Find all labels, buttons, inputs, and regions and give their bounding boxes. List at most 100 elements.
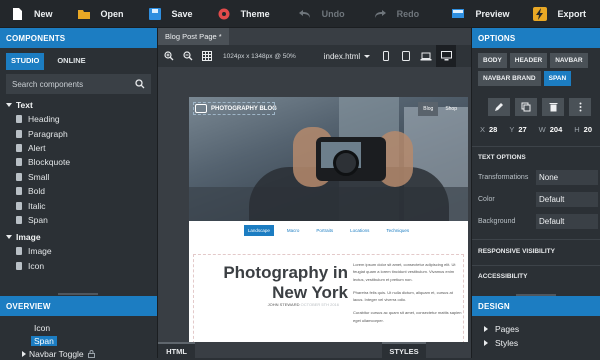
component-bold[interactable]: Bold [0, 184, 157, 198]
caret-down-icon [6, 235, 12, 240]
resize-handle[interactable] [58, 293, 98, 295]
subnav-macro[interactable]: Macro [283, 225, 304, 236]
component-image[interactable]: Image [0, 244, 157, 258]
overview-section: OVERVIEW Icon Span Navbar Toggle [0, 296, 157, 360]
new-button[interactable]: New [0, 0, 59, 28]
crumb-navbar[interactable]: NAVBAR [550, 53, 588, 68]
component-paragraph[interactable]: Paragraph [0, 126, 157, 140]
gear-icon [218, 8, 230, 19]
top-toolbar: New Open Save Theme Undo Redo Preview Ex… [0, 0, 600, 28]
responsive-visibility-label[interactable]: RESPONSIVE VISIBILITY [472, 248, 600, 255]
article-meta: JOHN STEWARD OCTOBER 5TH 2016 [229, 302, 339, 307]
component-label: Italic [28, 200, 46, 211]
crumb-navbar-brand[interactable]: NAVBAR BRAND [478, 71, 541, 86]
folder-icon [77, 9, 90, 19]
component-small[interactable]: Small [0, 170, 157, 184]
overview-item-icon[interactable]: Icon [0, 321, 157, 334]
nav-blog[interactable]: Blog [418, 102, 439, 116]
delete-button[interactable] [542, 98, 564, 116]
accessibility-label[interactable]: ACCESSIBILITY [472, 273, 600, 280]
tablet-view-button[interactable] [396, 45, 416, 67]
html-tab[interactable]: HTML [158, 342, 195, 358]
overview-label-selected: Span [31, 335, 57, 346]
document-icon [16, 247, 22, 256]
components-tabs: STUDIO ONLINE [0, 48, 157, 70]
desktop-view-button[interactable] [436, 45, 457, 67]
tab-online[interactable]: ONLINE [52, 53, 90, 70]
component-alert[interactable]: Alert [0, 141, 157, 155]
chevron-down-icon [364, 54, 371, 58]
file-select[interactable]: index.html [324, 52, 371, 61]
text-options-label: TEXT OPTIONS [478, 154, 526, 161]
pencil-icon [495, 103, 503, 111]
component-label: Small [28, 171, 50, 182]
design-item-pages[interactable]: Pages [472, 322, 600, 336]
article-title: Photography in New York [213, 263, 348, 303]
document-icon [16, 129, 22, 138]
subnav-portraits[interactable]: Portraits [312, 225, 337, 236]
tab-blog-post-page[interactable]: Blog Post Page * [158, 28, 229, 45]
category-image[interactable]: Image [0, 230, 157, 244]
undo-button[interactable]: Undo [292, 0, 351, 28]
background-select[interactable]: Default [536, 213, 598, 229]
component-italic[interactable]: Italic [0, 198, 157, 212]
document-icon [16, 187, 22, 196]
redo-button[interactable]: Redo [367, 0, 426, 28]
theme-button-label: Theme [240, 8, 270, 19]
document-icon [16, 172, 22, 181]
search-icon[interactable] [135, 79, 145, 89]
subnav-landscape[interactable]: Landscape [243, 225, 274, 236]
caret-right-icon [22, 350, 26, 357]
crumb-body[interactable]: BODY [478, 53, 507, 68]
export-button[interactable]: Export [527, 0, 600, 28]
component-icon[interactable]: Icon [0, 259, 157, 273]
laptop-view-button[interactable] [416, 45, 436, 67]
design-item-styles[interactable]: Styles [472, 336, 600, 350]
article-author: JOHN STEWARD [267, 302, 300, 307]
more-button[interactable] [569, 98, 591, 116]
transformations-row: Transformations None [472, 167, 600, 187]
component-heading[interactable]: Heading [0, 112, 157, 126]
save-button-label: Save [171, 8, 193, 19]
article-date: OCTOBER 5TH 2016 [300, 302, 339, 307]
category-text[interactable]: Text [0, 98, 157, 112]
tab-studio[interactable]: STUDIO [6, 53, 45, 70]
save-button[interactable]: Save [142, 0, 199, 28]
edit-button[interactable] [488, 98, 510, 116]
article-paragraph: Pharetra felis quis. Ut nulla dictum, al… [353, 289, 453, 303]
subnav-locations[interactable]: Locations [346, 225, 373, 236]
component-span[interactable]: Span [0, 213, 157, 227]
color-select[interactable]: Default [536, 191, 598, 207]
grid-icon[interactable] [202, 51, 212, 61]
left-panel: COMPONENTS STUDIO ONLINE Text Heading Pa… [0, 28, 158, 360]
crumb-span[interactable]: SPAN [543, 71, 572, 86]
desktop-icon [440, 51, 452, 61]
document-icon [16, 215, 22, 224]
preview-nav: Blog Shop [418, 102, 462, 116]
open-button[interactable]: Open [71, 0, 130, 28]
x-readout[interactable]: X 28 [480, 125, 497, 134]
page-preview[interactable]: PHOTOGRAPHY BLOG Blog Shop Landscape Mac… [189, 97, 468, 342]
zoom-out-icon[interactable] [183, 51, 193, 61]
search-input[interactable] [12, 79, 122, 89]
y-readout[interactable]: Y 27 [509, 125, 526, 134]
crumb-header[interactable]: HEADER [509, 53, 548, 68]
device-switcher [376, 45, 457, 67]
nav-shop[interactable]: Shop [440, 102, 462, 116]
overview-item-navbar-toggle[interactable]: Navbar Toggle [0, 347, 157, 360]
w-readout[interactable]: W 204 [539, 125, 563, 134]
w-value: 204 [549, 125, 563, 134]
transformations-select[interactable]: None [536, 169, 598, 185]
styles-tab[interactable]: STYLES [382, 342, 426, 358]
overview-item-span[interactable]: Span [0, 334, 157, 347]
duplicate-button[interactable] [515, 98, 537, 116]
subnav-techniques[interactable]: Techniques [382, 225, 413, 236]
theme-button[interactable]: Theme [211, 0, 276, 28]
component-blockquote[interactable]: Blockquote [0, 155, 157, 169]
preview-button[interactable]: Preview [445, 0, 515, 28]
component-label: Heading [28, 114, 60, 125]
h-readout[interactable]: H 20 [574, 125, 592, 134]
phone-view-button[interactable] [376, 45, 396, 67]
right-panel: OPTIONS BODY HEADER NAVBAR NAVBAR BRAND … [471, 28, 600, 358]
zoom-in-icon[interactable] [164, 51, 174, 61]
